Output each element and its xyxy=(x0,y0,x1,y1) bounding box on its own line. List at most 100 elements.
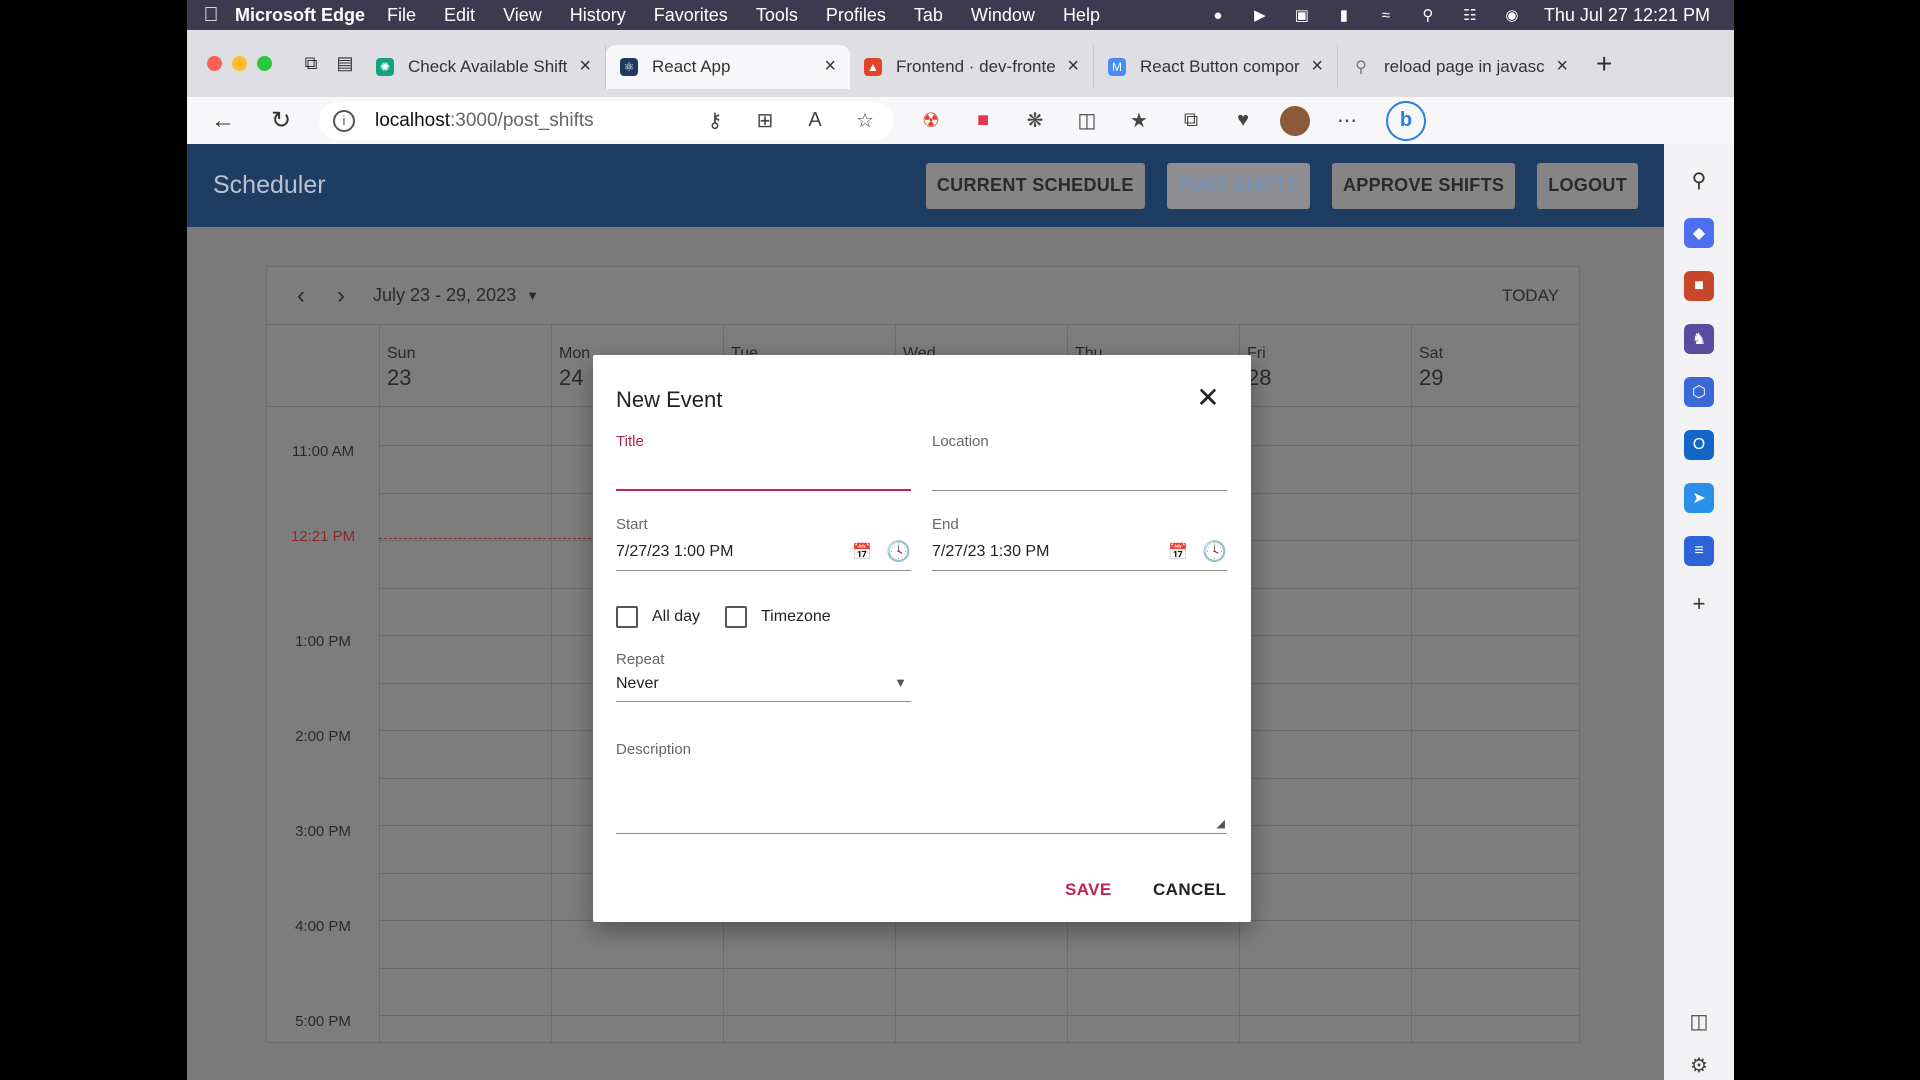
password-key-icon[interactable]: ⚷ xyxy=(700,106,730,136)
spotlight-search-icon[interactable]: ⚲ xyxy=(1418,7,1438,24)
shopping-tag-icon[interactable]: ◆ xyxy=(1684,218,1714,248)
zoom-window-button[interactable] xyxy=(257,56,272,71)
menu-favorites[interactable]: Favorites xyxy=(654,5,728,26)
all-day-checkbox[interactable]: All day xyxy=(616,606,700,628)
close-tab-icon[interactable]: × xyxy=(1556,55,1568,78)
workspaces-icon[interactable]: ⧉ xyxy=(294,47,328,81)
notes-icon[interactable]: ≡ xyxy=(1684,536,1714,566)
add-icon[interactable]: + xyxy=(1684,589,1714,619)
start-input[interactable]: 7/27/23 1:00 PM xyxy=(616,543,733,561)
start-field[interactable]: Start 7/27/23 1:00 PM 📅 🕓 xyxy=(616,516,911,572)
games-icon[interactable]: ♞ xyxy=(1684,324,1714,354)
date-range[interactable]: July 23 - 29, 2023 xyxy=(373,285,516,306)
tools-icon[interactable]: ■ xyxy=(1684,271,1714,301)
site-info-icon[interactable]: i xyxy=(333,109,355,132)
extension-icon[interactable]: ☢ xyxy=(916,106,946,136)
tab-react-app[interactable]: ⚛ React App × xyxy=(606,44,850,89)
checkbox-box[interactable] xyxy=(725,606,747,628)
avatar[interactable] xyxy=(1280,105,1310,136)
reload-icon[interactable]: ↻ xyxy=(261,101,301,141)
tab-actions-icon[interactable]: ▤ xyxy=(328,47,362,81)
clock-icon[interactable]: 🕓 xyxy=(886,539,911,564)
record-icon[interactable]: ● xyxy=(1208,7,1228,24)
save-button[interactable]: SAVE xyxy=(1065,880,1112,900)
new-tab-icon[interactable]: + xyxy=(1596,48,1612,80)
search-icon[interactable]: ⚲ xyxy=(1684,165,1714,195)
menu-file[interactable]: File xyxy=(387,5,416,26)
description-field[interactable]: Description ◢ xyxy=(616,741,1227,836)
day-date: 29 xyxy=(1419,365,1444,390)
menu-window[interactable]: Window xyxy=(971,5,1035,26)
checkbox-box[interactable] xyxy=(616,606,638,628)
gear-icon[interactable]: ⚙ xyxy=(1684,1050,1714,1080)
tab-reload-page[interactable]: ⚲ reload page in javasc × xyxy=(1338,45,1582,89)
menu-app-name[interactable]: Microsoft Edge xyxy=(235,5,365,26)
next-week-icon[interactable]: › xyxy=(321,282,361,310)
menu-edit[interactable]: Edit xyxy=(444,5,475,26)
chevron-down-icon[interactable]: ▼ xyxy=(526,288,539,303)
close-tab-icon[interactable]: × xyxy=(579,55,591,78)
play-icon[interactable]: ▶ xyxy=(1250,7,1270,24)
extensions-icon[interactable]: ❋ xyxy=(1020,106,1050,136)
performance-icon[interactable]: ♥ xyxy=(1228,106,1258,136)
address-bar-row: ← ↻ i localhost:3000/post_shifts ⚷ ⊞ A ☆… xyxy=(187,97,1734,144)
timezone-checkbox[interactable]: Timezone xyxy=(725,606,831,628)
close-window-button[interactable] xyxy=(207,56,222,71)
menu-tools[interactable]: Tools xyxy=(756,5,798,26)
split-screen-icon[interactable]: ◫ xyxy=(1072,106,1102,136)
tab-frontend-gitlab[interactable]: ▲ Frontend · dev-fronte × xyxy=(850,44,1094,89)
read-aloud-icon[interactable]: A xyxy=(800,106,830,136)
control-center-icon[interactable]: ☷ xyxy=(1460,7,1480,24)
logout-button[interactable]: LOGOUT xyxy=(1537,162,1638,209)
battery-icon[interactable]: ▮ xyxy=(1334,7,1354,24)
menu-help[interactable]: Help xyxy=(1063,5,1100,26)
back-icon[interactable]: ← xyxy=(203,101,243,141)
close-icon[interactable]: ✕ xyxy=(1193,383,1223,413)
apple-icon[interactable]:  xyxy=(187,4,235,27)
minimize-window-button[interactable] xyxy=(232,56,247,71)
menu-history[interactable]: History xyxy=(570,5,626,26)
close-tab-icon[interactable]: × xyxy=(1067,55,1079,78)
collections-icon[interactable]: ⧉ xyxy=(1176,106,1206,136)
tab-check-available-shift[interactable]: ✺ Check Available Shift × xyxy=(362,44,606,89)
close-tab-icon[interactable]: × xyxy=(1311,55,1323,78)
outlook-icon[interactable]: O xyxy=(1684,430,1714,460)
close-tab-icon[interactable]: × xyxy=(824,55,836,78)
screen-mirror-icon[interactable]: ▣ xyxy=(1292,7,1312,24)
favorites-icon[interactable]: ★ xyxy=(1124,106,1154,136)
apps-icon[interactable]: ⊞ xyxy=(750,106,780,136)
end-field[interactable]: End 7/27/23 1:30 PM 📅 🕓 xyxy=(932,516,1227,572)
favorite-star-icon[interactable]: ☆ xyxy=(850,106,880,136)
location-field[interactable]: Location xyxy=(932,433,1227,491)
send-icon[interactable]: ➤ xyxy=(1684,483,1714,513)
tab-react-button[interactable]: M React Button compor × xyxy=(1094,44,1338,89)
bing-copilot-icon[interactable]: b xyxy=(1386,100,1426,141)
title-field[interactable]: Title xyxy=(616,433,911,491)
repeat-select[interactable]: Repeat Never ▼ xyxy=(616,651,911,703)
cancel-button[interactable]: CANCEL xyxy=(1153,880,1226,900)
hide-sidebar-icon[interactable]: ◫ xyxy=(1684,1006,1714,1036)
previous-week-icon[interactable]: ‹ xyxy=(281,282,321,310)
more-options-icon[interactable]: ⋯ xyxy=(1332,106,1362,136)
clock-icon[interactable]: 🕓 xyxy=(1202,539,1227,564)
calendar-icon[interactable]: 📅 xyxy=(1168,542,1188,562)
menu-clock[interactable]: Thu Jul 27 12:21 PM xyxy=(1544,5,1710,26)
approve-shifts-button[interactable]: APPROVE SHIFTS xyxy=(1331,162,1516,209)
microsoft-365-icon[interactable]: ⬡ xyxy=(1684,377,1714,407)
current-schedule-button[interactable]: CURRENT SCHEDULE xyxy=(925,162,1145,209)
post-shifts-button[interactable]: POST SHIFTS xyxy=(1166,162,1310,209)
resize-handle-icon[interactable]: ◢ xyxy=(1217,817,1225,830)
siri-icon[interactable]: ◉ xyxy=(1502,7,1522,24)
chevron-down-icon[interactable]: ▼ xyxy=(894,675,907,690)
repeat-value[interactable]: Never xyxy=(616,675,659,693)
menu-tab[interactable]: Tab xyxy=(914,5,943,26)
extension-red-icon[interactable]: ■ xyxy=(968,106,998,136)
end-input[interactable]: 7/27/23 1:30 PM xyxy=(932,543,1049,561)
menu-view[interactable]: View xyxy=(503,5,542,26)
wifi-icon[interactable]: ≈ xyxy=(1376,7,1396,24)
day-date: 23 xyxy=(387,365,412,390)
today-button[interactable]: TODAY xyxy=(1502,286,1559,306)
calendar-icon[interactable]: 📅 xyxy=(852,542,872,562)
address-input[interactable]: i localhost:3000/post_shifts ⚷ ⊞ A ☆ xyxy=(319,101,894,140)
menu-profiles[interactable]: Profiles xyxy=(826,5,886,26)
